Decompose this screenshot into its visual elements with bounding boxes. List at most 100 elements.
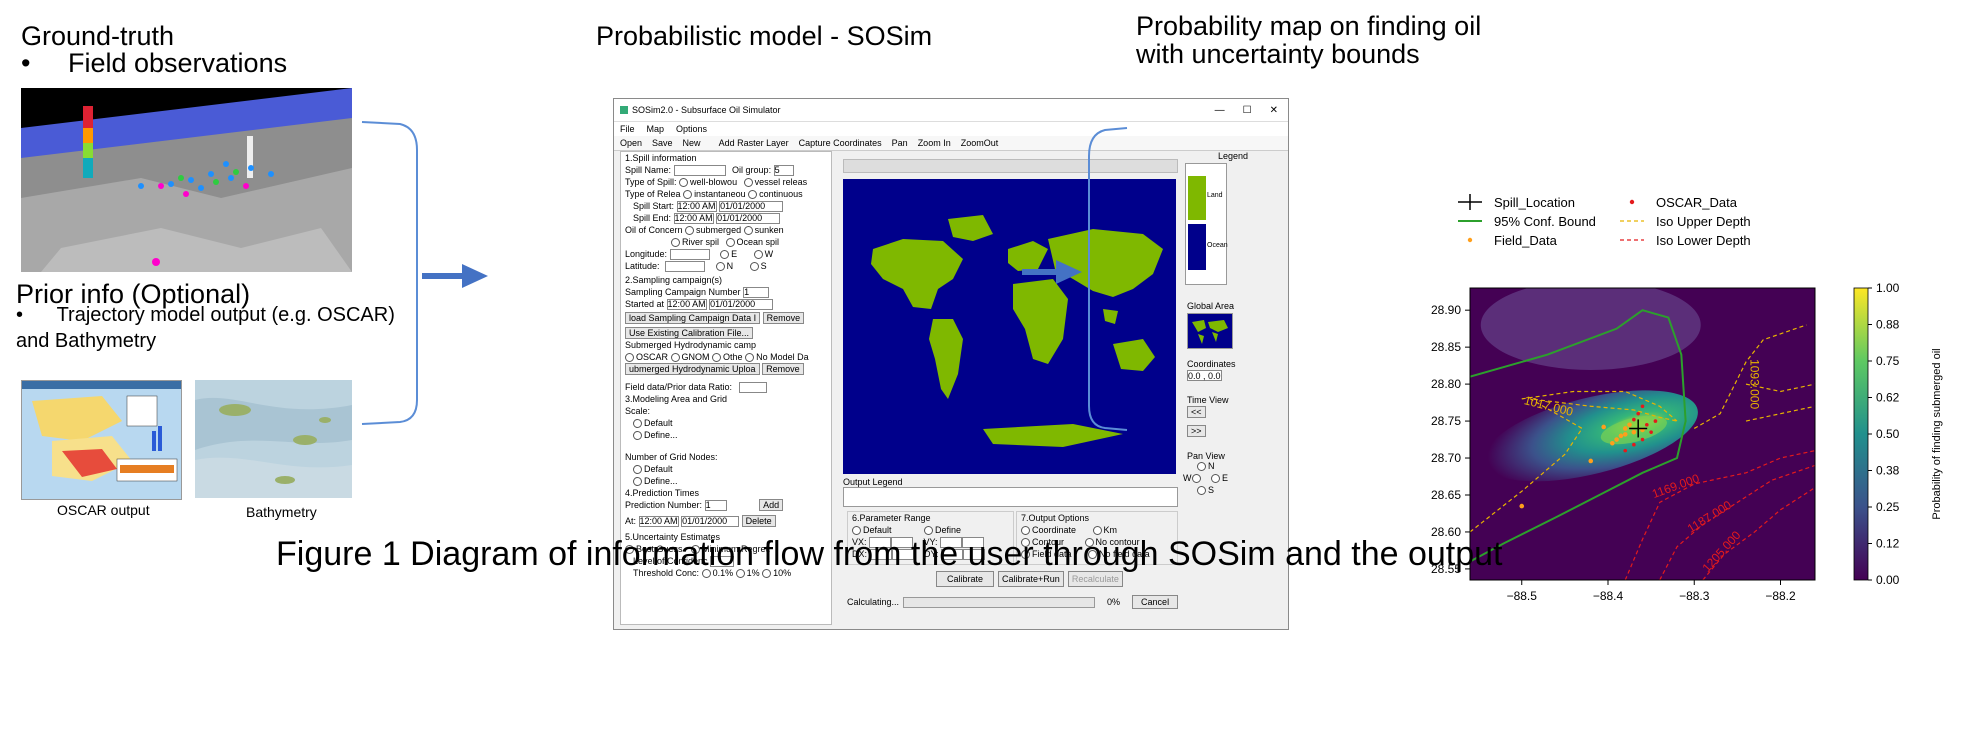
menu-options[interactable]: Options: [676, 124, 707, 134]
menu-map[interactable]: Map: [647, 124, 665, 134]
progress-row: Calculating... 0% Cancel: [847, 595, 1179, 609]
spill-start-label: Spill Start:: [633, 201, 675, 211]
remove-sampling-button[interactable]: Remove: [762, 312, 805, 324]
spill-name-input[interactable]: [673, 165, 726, 177]
param-define-radio[interactable]: [924, 526, 934, 536]
land-swatch: [1188, 176, 1206, 220]
started-date[interactable]: 01/01/2000: [709, 299, 774, 311]
field-ratio-row: Field data/Prior data Ratio:: [621, 381, 831, 394]
remove-hydro-button[interactable]: Remove: [762, 363, 804, 375]
scale-define-radio[interactable]: [633, 431, 642, 441]
spill-start-date[interactable]: 01/01/2000: [719, 201, 784, 213]
load-sampling-button[interactable]: load Sampling Campaign Data I: [625, 312, 761, 324]
ocean-radio[interactable]: [725, 238, 735, 248]
y-tick-label: 28.85: [1431, 340, 1461, 354]
well-blowout-radio[interactable]: [679, 178, 689, 188]
zoom-out-button[interactable]: ZoomOut: [961, 138, 999, 148]
colorbar-tick-label: 0.38: [1876, 464, 1900, 478]
continuous-radio[interactable]: [748, 190, 758, 200]
pred-date[interactable]: 01/01/2000: [681, 516, 740, 528]
save-button[interactable]: Save: [652, 138, 673, 148]
maximize-icon[interactable]: ☐: [1243, 105, 1252, 116]
legend-95-conf-bound-label: 95% Conf. Bound: [1494, 214, 1596, 229]
instant-radio[interactable]: [683, 190, 693, 200]
oscar-label: OSCAR: [636, 352, 669, 362]
gnom-radio[interactable]: [670, 353, 680, 363]
flow-arrow-1: [422, 264, 488, 288]
submerged-radio[interactable]: [685, 226, 695, 236]
started-label: Started at: [625, 299, 665, 309]
legend-title: Legend: [1217, 151, 1249, 161]
zoom-in-button[interactable]: Zoom In: [918, 138, 951, 148]
next-time-button[interactable]: >>: [1187, 425, 1206, 437]
cancel-button[interactable]: Cancel: [1132, 595, 1179, 609]
global-thumb-svg: [1192, 320, 1228, 344]
oscar-point: [1632, 417, 1636, 422]
vessel-radio[interactable]: [743, 178, 753, 188]
bathymetry-label-text: and Bathymetry: [16, 330, 157, 352]
km-radio[interactable]: [1092, 526, 1102, 536]
oscar-point: [1649, 430, 1653, 434]
open-button[interactable]: Open: [620, 138, 642, 148]
west-label: W: [764, 249, 774, 259]
scale-default-radio[interactable]: [633, 419, 642, 429]
latitude-input[interactable]: [665, 261, 706, 273]
river-radio[interactable]: [671, 238, 680, 248]
global-area-thumb[interactable]: [1187, 313, 1233, 349]
south-radio[interactable]: [749, 262, 759, 272]
y-tick-label: 28.70: [1431, 451, 1461, 465]
pan-south-radio[interactable]: [1197, 486, 1206, 496]
upper-haze: [1480, 288, 1701, 370]
new-button[interactable]: New: [683, 138, 701, 148]
use-calibration-button[interactable]: Use Existing Calibration File...: [625, 327, 754, 339]
x-tick-label: −88.2: [1765, 589, 1796, 603]
minimize-icon[interactable]: —: [1215, 105, 1225, 116]
coordinate-radio[interactable]: [1021, 526, 1030, 536]
pred-time[interactable]: 12:00 AM: [638, 516, 679, 528]
pan-east: E: [1211, 473, 1229, 484]
north-radio[interactable]: [715, 262, 725, 272]
longitude-input[interactable]: [669, 249, 710, 261]
other-radio[interactable]: [712, 353, 722, 363]
add-raster-button[interactable]: Add Raster Layer: [719, 138, 789, 148]
prev-time-button[interactable]: <<: [1187, 406, 1206, 418]
east-radio[interactable]: [720, 250, 730, 260]
started-time[interactable]: 12:00 AM: [666, 299, 707, 311]
delete-button[interactable]: Delete: [741, 515, 776, 527]
field-ratio-input[interactable]: [738, 382, 767, 394]
pan-west-radio[interactable]: [1191, 474, 1201, 484]
sunken-radio[interactable]: [743, 226, 753, 236]
close-icon[interactable]: ✕: [1270, 105, 1278, 116]
pan-button[interactable]: Pan: [892, 138, 908, 148]
sampling-number-select[interactable]: 1: [743, 287, 770, 299]
add-button[interactable]: Add: [759, 499, 784, 511]
pan-east-label: E: [1222, 473, 1229, 483]
latitude-label: Latitude:: [625, 261, 660, 271]
west-radio[interactable]: [753, 250, 763, 260]
no-model-radio[interactable]: [745, 353, 755, 363]
longitude-row: Longitude: E W: [621, 248, 831, 261]
menu-file[interactable]: File: [620, 124, 635, 134]
grid-define-radio[interactable]: [633, 477, 642, 487]
grid-default-radio[interactable]: [633, 465, 642, 475]
field-point: [1622, 426, 1628, 431]
colorbar-tick-label: 0.75: [1876, 354, 1900, 368]
menu-bar: File Map Options: [614, 122, 1288, 136]
param-default-label: Default: [863, 525, 892, 535]
pan-north-radio[interactable]: [1197, 462, 1206, 472]
param-default-radio[interactable]: [852, 526, 861, 536]
oscar-point: [1632, 442, 1636, 447]
pan-east-radio[interactable]: [1211, 474, 1220, 484]
pred-number-select[interactable]: 1: [704, 500, 727, 512]
oscar-point: [1640, 437, 1645, 442]
legend-oscar-data-label: OSCAR_Data: [1656, 195, 1738, 210]
submerged-hydro-label: Submerged Hydrodynamic camp: [625, 340, 757, 350]
spill-end-date[interactable]: 01/01/2000: [716, 213, 781, 225]
oil-group-select[interactable]: 5: [773, 165, 794, 177]
grid-default-row: Default: [621, 463, 831, 475]
oscar-radio[interactable]: [625, 353, 634, 363]
capture-coords-button[interactable]: Capture Coordinates: [799, 138, 882, 148]
spill-start-time[interactable]: 12:00 AM: [676, 201, 717, 213]
spill-end-time[interactable]: 12:00 AM: [673, 213, 714, 225]
upload-hydro-button[interactable]: ubmerged Hydrodynamic Uploa: [625, 363, 760, 375]
